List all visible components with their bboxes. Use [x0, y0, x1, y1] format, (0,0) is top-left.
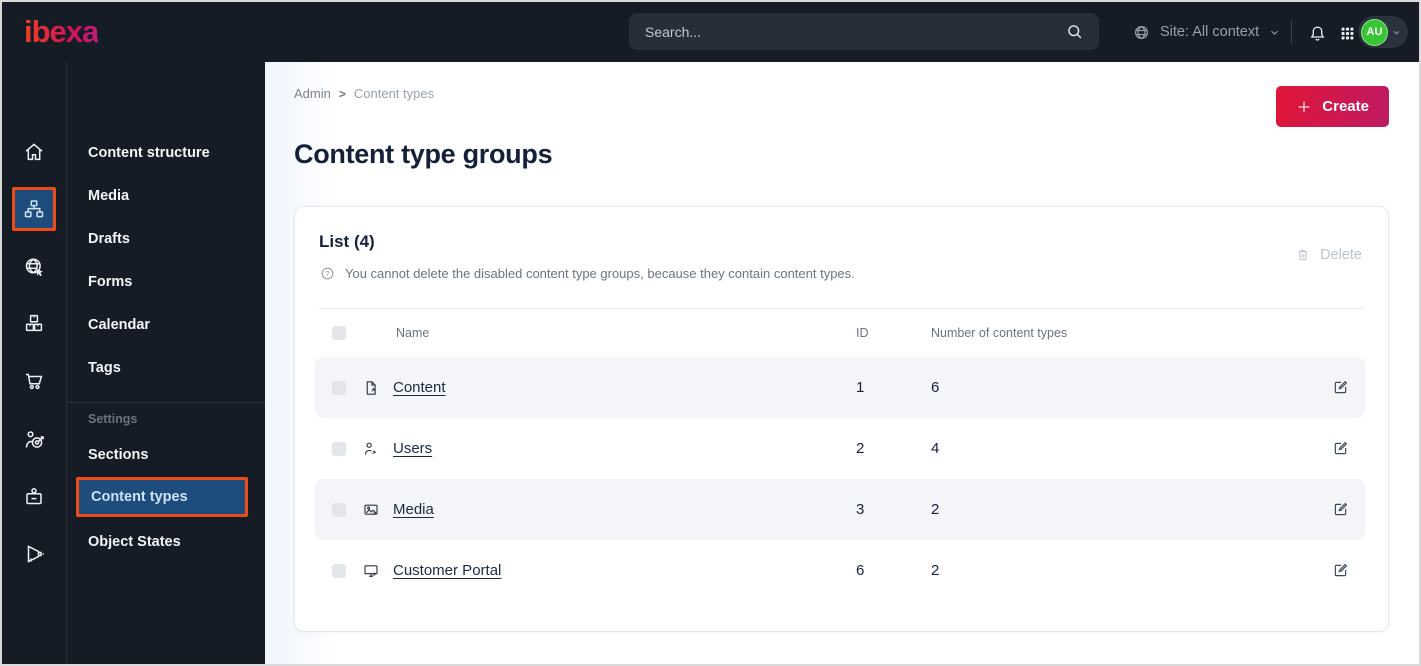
breadcrumb-content-types: Content types — [353, 86, 435, 101]
sidebar-item-label: Calendar — [88, 316, 151, 333]
help-text: You cannot delete the disabled content t… — [345, 266, 855, 281]
sidebar-item-label: Content structure — [88, 144, 210, 161]
site-icon[interactable] — [12, 245, 56, 289]
chevron-down-icon — [1391, 27, 1402, 38]
list-title: List (4) — [319, 232, 375, 251]
column-header-id: ID — [856, 326, 869, 340]
site-context-selector[interactable]: Site: All context — [1132, 2, 1281, 62]
edit-button[interactable] — [1329, 376, 1352, 399]
sidebar-item-content-types[interactable]: Content types — [76, 477, 248, 517]
breadcrumb-separator: > — [338, 86, 346, 101]
commerce-cart-icon[interactable] — [12, 359, 56, 403]
sidebar-item-calendar[interactable]: Calendar — [67, 303, 265, 346]
sidebar-item-content-structure[interactable]: Content structure — [67, 131, 265, 174]
trash-icon — [1295, 247, 1311, 263]
edit-button[interactable] — [1329, 437, 1352, 460]
sidebar-item-label: Sections — [88, 446, 149, 463]
sidebar-item-label: Forms — [88, 273, 133, 290]
sidebar-item-object-states[interactable]: Object States — [67, 520, 265, 563]
marketing-megaphone-icon[interactable] — [12, 532, 56, 576]
delete-button[interactable]: Delete — [1295, 247, 1362, 263]
menu-divider — [67, 402, 265, 403]
sidebar-item-sections[interactable]: Sections — [67, 433, 265, 476]
search-icon[interactable] — [1065, 22, 1085, 42]
create-button[interactable]: Create — [1276, 86, 1389, 127]
question-circle-icon: ? — [319, 265, 336, 282]
table-row: Customer Portal 6 2 — [315, 540, 1365, 601]
delete-button-label: Delete — [1320, 247, 1362, 263]
page-title: Content type groups — [294, 139, 553, 169]
notifications-bell-icon[interactable] — [1305, 21, 1329, 45]
sidebar-item-label: Tags — [88, 359, 121, 376]
table-body: Content 1 6 Users 2 4 Media 3 2 Customer… — [315, 357, 1365, 601]
breadcrumb: Admin > Content types — [294, 86, 434, 101]
content-file-icon — [362, 357, 380, 418]
app-window: ibexa Site: All context AU — [0, 0, 1421, 666]
icon-rail — [2, 62, 67, 664]
group-id: 6 — [856, 562, 865, 579]
sidebar-item-label: Object States — [88, 533, 181, 550]
sidebar-item-label: Drafts — [88, 230, 130, 247]
users-person-icon — [362, 418, 380, 479]
group-link[interactable]: Users — [393, 440, 432, 457]
column-header-count: Number of content types — [931, 326, 1068, 340]
table-row: Media 3 2 — [315, 479, 1365, 540]
group-count: 2 — [931, 501, 940, 518]
customer-portal-monitor-icon — [362, 540, 380, 601]
sidebar-menu: Content structure Media Drafts Forms Cal… — [67, 62, 265, 664]
sidebar-item-label: Content types — [91, 489, 188, 505]
group-link[interactable]: Media — [393, 501, 434, 518]
edit-button[interactable] — [1329, 559, 1352, 582]
sidebar-item-forms[interactable]: Forms — [67, 260, 265, 303]
group-count: 2 — [931, 562, 940, 579]
app-grid-icon[interactable] — [1335, 21, 1359, 45]
group-count: 4 — [931, 440, 940, 457]
chevron-down-icon — [1268, 26, 1281, 39]
site-globe-icon — [1132, 23, 1151, 42]
group-count: 6 — [931, 379, 940, 396]
help-row: ? You cannot delete the disabled content… — [319, 265, 855, 282]
plus-icon — [1296, 99, 1312, 115]
content-type-groups-card: List (4) ? You cannot delete the disable… — [294, 206, 1389, 632]
settings-section-label: Settings — [88, 412, 138, 426]
content-structure-icon[interactable] — [12, 187, 56, 231]
row-checkbox[interactable] — [332, 502, 346, 517]
group-id: 1 — [856, 379, 865, 396]
search-input[interactable] — [645, 23, 1065, 40]
row-checkbox[interactable] — [332, 563, 346, 578]
svg-text:?: ? — [325, 269, 329, 278]
breadcrumb-admin[interactable]: Admin — [294, 86, 331, 101]
media-image-icon — [362, 479, 380, 540]
create-button-label: Create — [1322, 98, 1369, 115]
avatar: AU — [1361, 18, 1388, 46]
product-catalog-icon[interactable] — [12, 301, 56, 345]
global-search[interactable] — [629, 13, 1099, 50]
row-checkbox[interactable] — [332, 380, 346, 395]
site-context-label: Site: All context — [1160, 24, 1260, 40]
sidebar-item-tags[interactable]: Tags — [67, 346, 265, 389]
table-row: Content 1 6 — [315, 357, 1365, 418]
ibexa-logo: ibexa — [24, 14, 99, 49]
group-link[interactable]: Customer Portal — [393, 562, 501, 579]
sidebar-item-label: Media — [88, 187, 130, 204]
column-header-name: Name — [396, 326, 430, 340]
table-header: Name ID Number of content types — [315, 309, 1365, 357]
group-id: 2 — [856, 440, 865, 457]
select-all-checkbox[interactable] — [332, 326, 346, 340]
row-checkbox[interactable] — [332, 441, 346, 456]
edit-button[interactable] — [1329, 498, 1352, 521]
table-row: Users 2 4 — [315, 418, 1365, 479]
group-id: 3 — [856, 501, 865, 518]
home-icon[interactable] — [12, 130, 56, 174]
topbar: ibexa Site: All context AU — [2, 2, 1419, 62]
topbar-divider — [1291, 20, 1292, 44]
personalization-icon[interactable] — [12, 418, 56, 462]
sidebar-item-media[interactable]: Media — [67, 174, 265, 217]
sidebar-item-drafts[interactable]: Drafts — [67, 217, 265, 260]
main-content: Admin > Content types Create Content typ… — [265, 62, 1419, 664]
customer-portal-badge-icon[interactable] — [12, 475, 56, 519]
user-menu[interactable]: AU — [1358, 16, 1408, 48]
group-link[interactable]: Content — [393, 379, 446, 396]
